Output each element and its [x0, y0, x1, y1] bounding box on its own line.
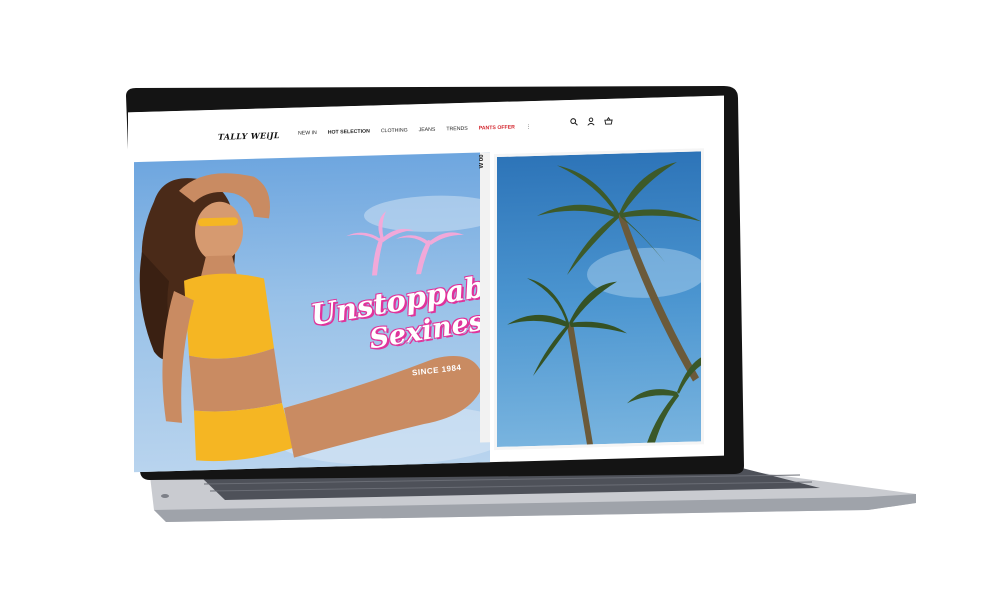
palm-trees-illustration — [507, 161, 704, 445]
sunglasses-shape — [198, 217, 238, 227]
crop-top-shape — [184, 273, 274, 359]
nav-item-hot-selection[interactable]: HOT SELECTION — [328, 129, 370, 136]
cart-icon[interactable] — [604, 116, 613, 125]
search-icon[interactable] — [570, 118, 578, 126]
user-icon[interactable] — [587, 117, 595, 126]
hinge-foot — [161, 494, 169, 498]
main-menu: NEW IN HOT SELECTION CLOTHING JEANS TREN… — [298, 124, 531, 137]
palm-trunk-shape — [567, 322, 593, 445]
brand-logo[interactable]: TALLY WEiJL — [218, 130, 280, 142]
nav-icons — [570, 116, 613, 126]
hero-image-model[interactable]: Unstoppable Sexiness SINCE 1984 — [134, 152, 490, 473]
nav-item-new-in[interactable]: NEW IN — [298, 130, 317, 137]
cloud-shape — [364, 195, 490, 232]
side-label: W 00 — [479, 154, 485, 169]
nav-item-trends[interactable]: TRENDS — [446, 126, 467, 133]
device-mockup: TALLY WEiJL NEW IN HOT SELECTION CLOTHIN… — [0, 0, 1000, 600]
screen: TALLY WEiJL NEW IN HOT SELECTION CLOTHIN… — [128, 95, 724, 473]
divider-strip — [480, 152, 490, 443]
palm-fronds-shape — [627, 357, 701, 443]
nav-item-pants-offer[interactable]: PANTS OFFER — [479, 125, 515, 132]
shorts-shape — [194, 403, 294, 462]
nav-item-jeans[interactable]: JEANS — [419, 127, 436, 133]
nav-item-clothing[interactable]: CLOTHING — [381, 128, 408, 135]
more-vertical-icon[interactable]: ⋮ — [526, 124, 531, 130]
hero-image-palms[interactable] — [494, 148, 704, 451]
